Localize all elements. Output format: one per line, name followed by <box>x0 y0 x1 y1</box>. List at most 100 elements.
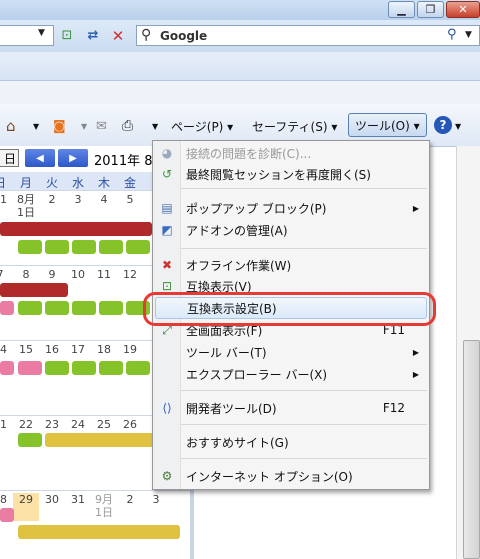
event-bar[interactable] <box>18 361 42 375</box>
menu-item-label: 接続の問題を診断(C)... <box>186 146 312 161</box>
compat-view-button-icon[interactable]: ⊡ <box>57 26 77 45</box>
calendar-day[interactable]: 2 <box>39 193 65 206</box>
event-bar[interactable] <box>45 240 69 254</box>
today-button[interactable]: 日 <box>0 149 19 167</box>
menu-item[interactable]: ↺ 最終閲覧セッションを再度開く(S) <box>155 163 427 185</box>
tools-menu-button[interactable]: ツール(O) ▾ <box>348 113 427 137</box>
feeds-dropdown-icon[interactable]: ▼ <box>81 116 87 136</box>
help-icon[interactable]: ? <box>434 116 452 134</box>
reopen-session-icon: ↺ <box>161 167 173 181</box>
calendar-day[interactable]: 8月 1日 <box>13 193 39 219</box>
event-bar[interactable] <box>126 361 150 375</box>
event-bar[interactable] <box>45 361 69 375</box>
calendar-day[interactable]: 24 <box>65 418 91 431</box>
event-bar[interactable] <box>45 301 69 315</box>
search-dropdown-icon[interactable]: ▼ <box>465 30 472 40</box>
event-bar[interactable] <box>72 240 96 254</box>
menu-item[interactable]: ✖ オフライン作業(W) <box>155 254 427 276</box>
calendar-day[interactable]: 31 <box>0 193 13 206</box>
menu-item[interactable]: ⟨⟩ 開発者ツール(D) F12 <box>155 397 427 419</box>
menu-separator <box>181 248 427 249</box>
event-bar[interactable] <box>72 361 96 375</box>
calendar-day[interactable]: 17 <box>65 343 91 356</box>
event-bar[interactable] <box>0 508 14 522</box>
event-bar[interactable] <box>99 240 123 254</box>
calendar-day[interactable]: 25 <box>91 418 117 431</box>
calendar-day[interactable]: 9 <box>39 268 65 281</box>
menu-item-shortcut: F12 <box>382 401 405 415</box>
address-bar[interactable] <box>0 25 54 46</box>
calendar-day[interactable]: 23 <box>39 418 65 431</box>
highlight-annotation <box>143 292 436 326</box>
menu-item[interactable]: おすすめサイト(G) <box>155 431 427 453</box>
offline-icon: ✖ <box>161 258 173 272</box>
event-bar[interactable] <box>99 301 123 315</box>
event-bar[interactable] <box>72 301 96 315</box>
event-bar[interactable] <box>0 222 152 236</box>
weekday-label: 水 <box>71 176 84 190</box>
calendar-day[interactable]: 30 <box>39 493 65 506</box>
calendar-day[interactable]: 21 <box>0 418 13 431</box>
calendar-day[interactable]: 11 <box>91 268 117 281</box>
menu-item[interactable]: ▤ ポップアップ ブロック(P) ▶ <box>155 197 427 219</box>
scrollbar-thumb[interactable] <box>463 340 480 559</box>
event-bar[interactable] <box>126 240 150 254</box>
calendar-day[interactable]: 2 <box>117 493 143 506</box>
calendar-day[interactable]: 22 <box>13 418 39 431</box>
help-dropdown-icon[interactable]: ▼ <box>455 116 461 136</box>
menu-item-label: 開発者ツール(D) <box>186 401 277 416</box>
calendar-day[interactable]: 9月 1日 <box>91 493 117 519</box>
event-bar[interactable] <box>0 361 14 375</box>
search-icon[interactable]: ⚲ <box>447 27 457 42</box>
calendar-day[interactable]: 8 <box>13 268 39 281</box>
menu-item-label: インターネット オプション(O) <box>186 469 353 484</box>
event-bar[interactable] <box>99 361 123 375</box>
menu-item[interactable]: エクスプローラー バー(X) ▶ <box>155 363 427 385</box>
menu-separator <box>181 458 427 459</box>
close-window-button[interactable]: ✕ <box>446 1 480 18</box>
calendar-day[interactable]: 19 <box>117 343 143 356</box>
calendar-day[interactable]: 4 <box>91 193 117 206</box>
search-placeholder: Google <box>160 29 208 43</box>
calendar-day[interactable]: 18 <box>91 343 117 356</box>
safety-menu-button[interactable]: セーフティ(S) ▾ <box>252 116 337 136</box>
event-bar[interactable] <box>18 525 180 539</box>
event-bar[interactable] <box>45 433 155 447</box>
refresh-icon[interactable]: ⇄ <box>83 26 103 45</box>
event-bar[interactable] <box>18 433 42 447</box>
maximize-button[interactable]: ❐ <box>417 1 444 18</box>
calendar-day[interactable]: 26 <box>117 418 143 431</box>
address-dropdown-icon[interactable]: ▼ <box>38 28 45 38</box>
calendar-day[interactable]: 31 <box>65 493 91 506</box>
calendar-day[interactable]: 29 <box>13 493 39 521</box>
home-dropdown-icon[interactable]: ▼ <box>33 116 39 136</box>
menu-item[interactable]: ⚙ インターネット オプション(O) <box>155 465 427 487</box>
calendar-day[interactable]: 5 <box>117 193 143 206</box>
next-month-button[interactable]: ▶ <box>58 149 88 167</box>
event-bar[interactable] <box>18 301 42 315</box>
menu-item-label: オフライン作業(W) <box>186 258 292 273</box>
home-icon[interactable]: ⌂ <box>6 116 16 136</box>
calendar-day[interactable]: 28 <box>0 493 13 506</box>
calendar-day[interactable]: 12 <box>117 268 143 281</box>
calendar-day[interactable]: 15 <box>13 343 39 356</box>
calendar-day[interactable]: 16 <box>39 343 65 356</box>
prev-month-button[interactable]: ◀ <box>25 149 55 167</box>
stop-icon[interactable]: ✕ <box>108 26 128 45</box>
calendar-day[interactable]: 14 <box>0 343 13 356</box>
event-bar[interactable] <box>0 283 68 297</box>
minimize-button[interactable]: ▁ <box>388 1 415 18</box>
calendar-day[interactable]: 7 <box>0 268 13 281</box>
menu-item[interactable]: ツール バー(T) ▶ <box>155 341 427 363</box>
print-icon[interactable]: ⎙ <box>122 116 133 136</box>
page-menu-button[interactable]: ページ(P) ▾ <box>171 116 233 136</box>
calendar-day[interactable]: 3 <box>65 193 91 206</box>
feeds-icon[interactable]: ◙ <box>53 116 66 136</box>
mail-icon[interactable]: ✉ <box>96 116 107 136</box>
calendar-day[interactable]: 3 <box>143 493 169 506</box>
calendar-day[interactable]: 10 <box>65 268 91 281</box>
event-bar[interactable] <box>0 301 14 315</box>
event-bar[interactable] <box>18 240 42 254</box>
print-dropdown-icon[interactable]: ▼ <box>152 116 158 136</box>
menu-item[interactable]: ◩ アドオンの管理(A) <box>155 219 427 241</box>
